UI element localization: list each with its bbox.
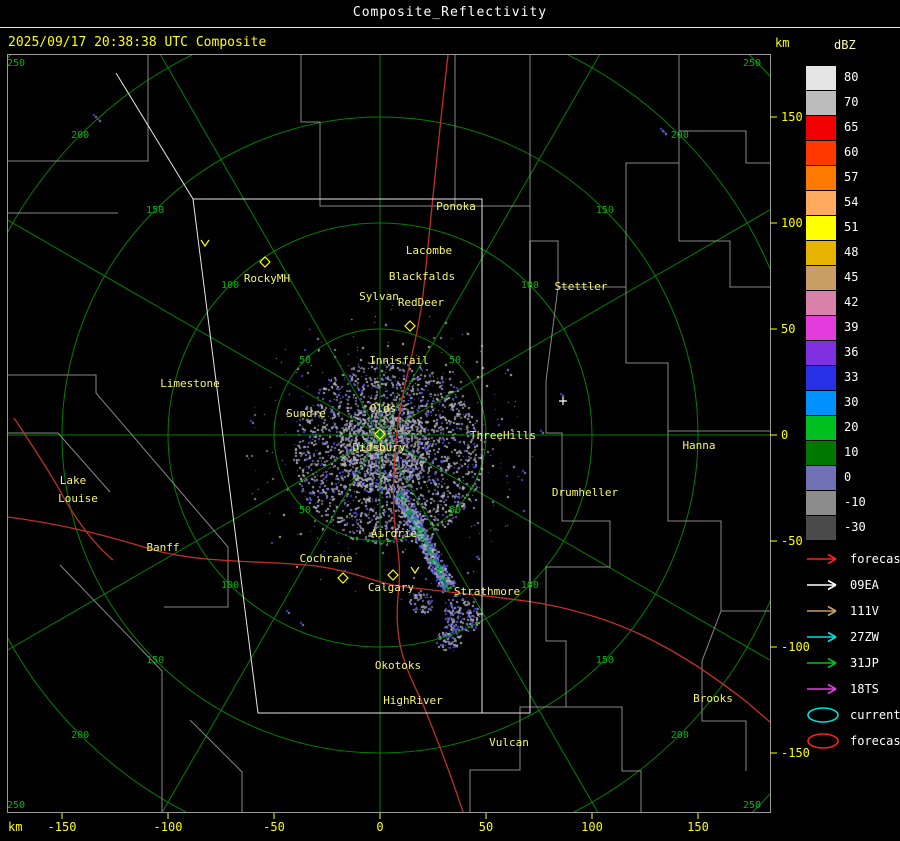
title-separator <box>0 27 900 28</box>
dbz-value: 10 <box>844 445 859 459</box>
111v-arrow-icon <box>807 605 837 617</box>
dbz-swatch <box>806 491 836 515</box>
09ea-arrow-icon <box>807 579 837 591</box>
forecast-arrow-icon <box>807 553 837 565</box>
dbz-value: 30 <box>844 395 859 409</box>
dbz-value: 33 <box>844 370 859 384</box>
27zw-arrow-icon <box>807 631 837 643</box>
km-unit-label-bottom: km <box>8 820 23 834</box>
dbz-swatch <box>806 266 836 290</box>
dbz-swatch <box>806 66 836 90</box>
dbz-value: 80 <box>844 70 859 84</box>
legend-row: current <box>806 702 900 728</box>
dbz-value: 42 <box>844 295 859 309</box>
storm-legend: forecast 09EA 111V 27ZW 31JP 18TS current forec… <box>806 546 900 754</box>
legend-label: 31JP <box>850 656 879 670</box>
dbz-swatch <box>806 391 836 415</box>
legend-row: 18TS <box>806 676 900 702</box>
dbz-swatch <box>806 441 836 465</box>
dbz-swatch <box>806 341 836 365</box>
legend-label: forecast <box>850 552 900 566</box>
dbz-value: 39 <box>844 320 859 334</box>
dbz-swatch <box>806 116 836 140</box>
dbz-swatch <box>806 216 836 240</box>
legend-label: 18TS <box>850 682 879 696</box>
dbz-swatch <box>806 241 836 265</box>
legend-row: 31JP <box>806 650 900 676</box>
dbz-value: 45 <box>844 270 859 284</box>
dbz-scale-title: dBZ <box>834 38 856 52</box>
legend-label: 111V <box>850 604 879 618</box>
dbz-value: 0 <box>844 470 852 484</box>
window-title: Composite_Reflectivity <box>352 5 548 20</box>
dbz-value: 54 <box>844 195 859 209</box>
dbz-value: 48 <box>844 245 859 259</box>
dbz-swatch <box>806 316 836 340</box>
dbz-value: 36 <box>844 345 859 359</box>
legend-row: forecast <box>806 728 900 754</box>
legend-row: 09EA <box>806 572 900 598</box>
dbz-swatch <box>806 291 836 315</box>
dbz-value: -30 <box>844 520 866 534</box>
dbz-swatch <box>806 366 836 390</box>
18ts-arrow-icon <box>807 683 837 695</box>
dbz-swatch <box>806 91 836 115</box>
legend-row: 27ZW <box>806 624 900 650</box>
legend-label: current <box>850 708 900 722</box>
dbz-value: 57 <box>844 170 859 184</box>
timestamp: 2025/09/17 20:38:38 UTC Composite <box>8 35 267 50</box>
dbz-value: 51 <box>844 220 859 234</box>
forecast-ellipse-icon <box>807 733 839 749</box>
legend-label: forecast <box>850 734 900 748</box>
dbz-swatch <box>806 191 836 215</box>
dbz-swatch <box>806 141 836 165</box>
radar-echo-layer <box>0 0 900 841</box>
dbz-swatch <box>806 516 836 540</box>
dbz-value: -10 <box>844 495 866 509</box>
legend-row: forecast <box>806 546 900 572</box>
dbz-swatch <box>806 166 836 190</box>
current-ellipse-icon <box>807 707 839 723</box>
dbz-value: 70 <box>844 95 859 109</box>
dbz-value: 20 <box>844 420 859 434</box>
dbz-swatch <box>806 416 836 440</box>
legend-label: 27ZW <box>850 630 879 644</box>
dbz-swatch <box>806 466 836 490</box>
dbz-value: 60 <box>844 145 859 159</box>
legend-label: 09EA <box>850 578 879 592</box>
km-unit-label-top: km <box>775 36 790 50</box>
dbz-value: 65 <box>844 120 859 134</box>
31jp-arrow-icon <box>807 657 837 669</box>
legend-row: 111V <box>806 598 900 624</box>
